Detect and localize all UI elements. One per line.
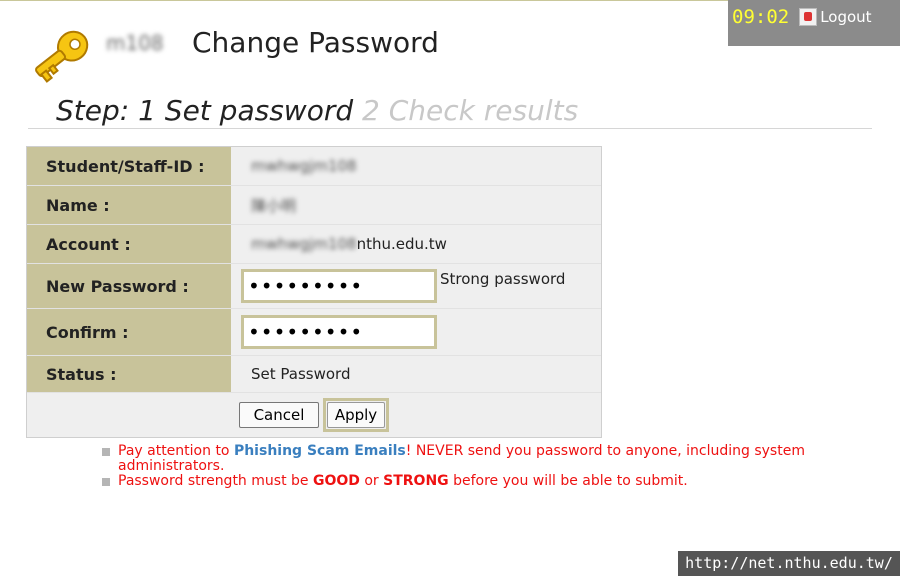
password-strength: Strong password — [440, 270, 566, 288]
row-status: Status : Set Password — [27, 356, 601, 393]
notice-text: Password strength must be — [118, 473, 313, 489]
row-confirm: Confirm : — [27, 309, 601, 356]
form-actions: Cancel Apply — [27, 393, 601, 437]
notice-good: GOOD — [312, 473, 360, 489]
name-label: Name : — [27, 186, 231, 224]
notice-list: Pay attention to Phishing Scam Emails! N… — [102, 444, 842, 489]
status-label: Status : — [27, 356, 231, 392]
account-value-domain: nthu.edu.tw — [356, 235, 447, 253]
notice-item: Pay attention to Phishing Scam Emails! N… — [102, 444, 842, 474]
notice-item: Password strength must be GOOD or STRONG… — [102, 474, 842, 489]
bullet-icon — [102, 448, 110, 456]
status-value: Set Password — [251, 365, 351, 383]
logout-button[interactable]: Logout — [799, 8, 872, 26]
notice-strong: STRONG — [383, 473, 449, 489]
footer-url[interactable]: http://net.nthu.edu.tw/ — [678, 551, 900, 576]
row-student-id: Student/Staff-ID : mwhwgjm108 — [27, 147, 601, 186]
student-id-label: Student/Staff-ID : — [27, 147, 231, 185]
bullet-icon — [102, 478, 110, 486]
notice-text: Pay attention to — [118, 443, 234, 459]
notice-text: or — [359, 473, 384, 489]
page-title: Change Password — [192, 26, 439, 59]
session-clock: 09:02 — [732, 6, 790, 28]
logout-icon — [799, 8, 818, 26]
step-current: Step: 1 Set password — [56, 94, 354, 127]
session-bar: 09:02 Logout — [728, 0, 900, 46]
confirm-password-field[interactable] — [241, 315, 437, 349]
key-icon — [35, 30, 89, 83]
name-value: 陳小明 — [251, 196, 297, 215]
change-password-form: Student/Staff-ID : mwhwgjm108 Name : 陳小明… — [26, 146, 602, 438]
logout-label: Logout — [820, 8, 872, 26]
username: m108 — [106, 31, 164, 55]
divider — [28, 128, 872, 129]
row-new-password: New Password : Strong password — [27, 264, 601, 309]
step-next: 2 Check results — [362, 94, 579, 127]
account-label: Account : — [27, 225, 231, 263]
notice-text: before you will be able to submit. — [448, 473, 688, 489]
phishing-link[interactable]: Phishing Scam Emails — [234, 443, 406, 459]
apply-button-frame: Apply — [323, 398, 389, 432]
account-value-prefix: mwhwgjm108 — [251, 235, 357, 253]
new-password-field[interactable] — [241, 269, 437, 303]
confirm-label: Confirm : — [27, 309, 231, 355]
new-password-label: New Password : — [27, 264, 231, 308]
student-id-value: mwhwgjm108 — [251, 157, 357, 175]
row-account: Account : mwhwgjm108 nthu.edu.tw — [27, 225, 601, 264]
row-name: Name : 陳小明 — [27, 186, 601, 225]
step-indicator: Step: 1 Set password 2 Check results — [56, 94, 578, 127]
cancel-button[interactable]: Cancel — [239, 402, 319, 428]
apply-button[interactable]: Apply — [327, 402, 385, 428]
